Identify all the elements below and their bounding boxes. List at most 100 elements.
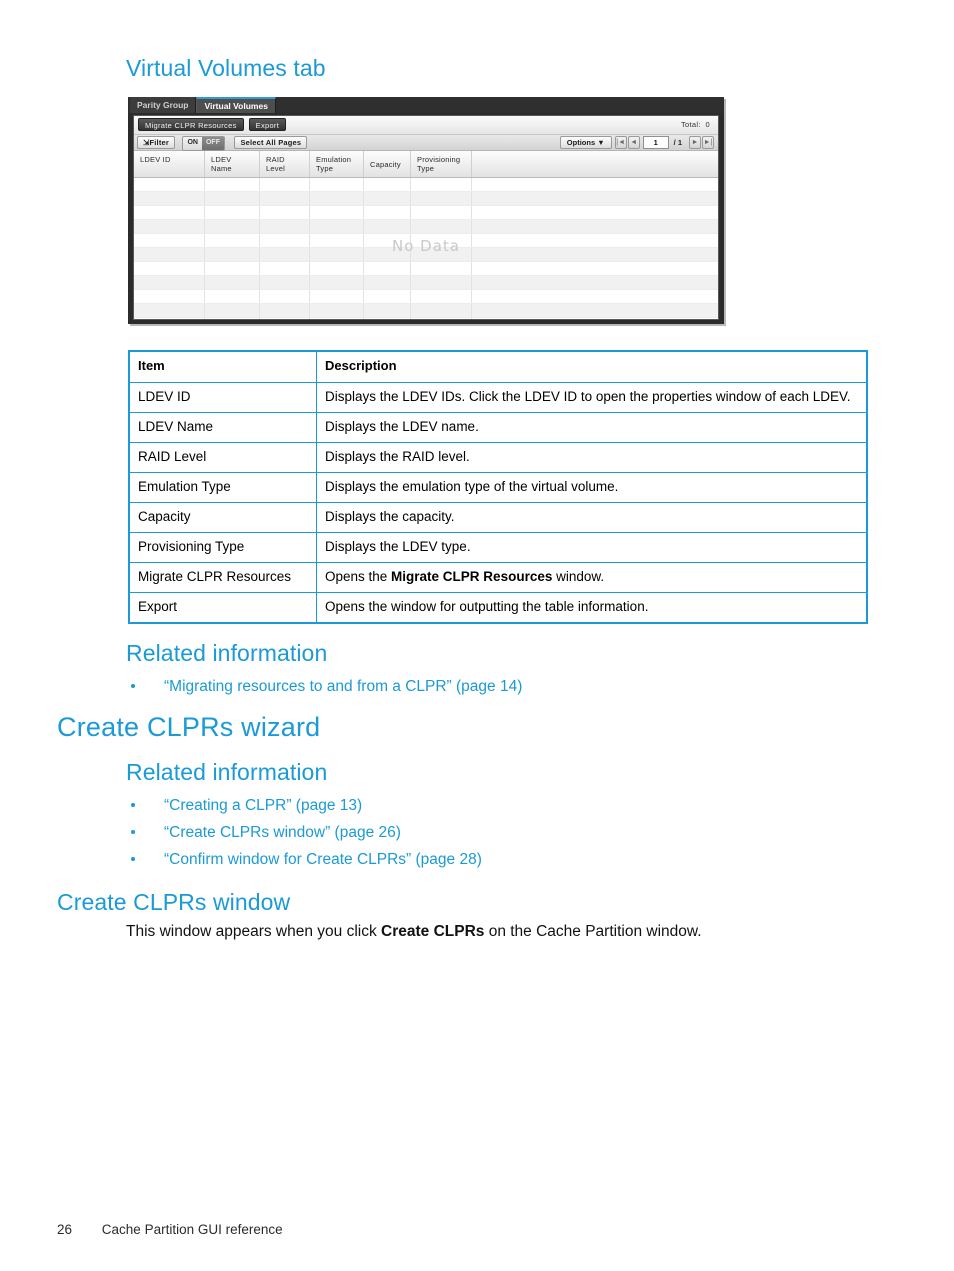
table-cell bbox=[134, 234, 205, 247]
table-cell bbox=[310, 318, 364, 319]
table-cell bbox=[205, 248, 260, 261]
table-cell bbox=[411, 304, 472, 317]
table-cell bbox=[472, 276, 718, 289]
cross-reference-link[interactable]: “Confirm window for Create CLPRs” (page … bbox=[164, 851, 482, 868]
column-header-spacer bbox=[472, 151, 718, 177]
related-link-item[interactable]: “Create CLPRs window” (page 26) bbox=[126, 819, 482, 846]
page-number-input[interactable]: 1 bbox=[642, 136, 669, 149]
header-description: Description bbox=[316, 350, 868, 383]
table-cell bbox=[472, 248, 718, 261]
create-clprs-emphasis: Create CLPRs bbox=[381, 923, 485, 940]
document-page: Virtual Volumes tab Parity Group Virtual … bbox=[0, 0, 954, 1271]
table-cell bbox=[134, 206, 205, 219]
table-cell bbox=[411, 206, 472, 219]
table-row[interactable] bbox=[134, 234, 718, 248]
table-cell bbox=[260, 206, 310, 219]
table-row[interactable] bbox=[134, 290, 718, 304]
cell-item: Capacity bbox=[128, 502, 317, 533]
cell-item: Emulation Type bbox=[128, 472, 317, 503]
table-row[interactable] bbox=[134, 276, 718, 290]
table-cell bbox=[260, 220, 310, 233]
column-header-capacity[interactable]: Capacity bbox=[364, 151, 411, 177]
filter-button[interactable]: ⇲Filter bbox=[137, 136, 176, 149]
next-page-icon[interactable]: ► bbox=[689, 136, 701, 149]
table-cell bbox=[472, 220, 718, 233]
table-cell bbox=[134, 276, 205, 289]
column-header-provisioning-type[interactable]: Provisioning Type bbox=[411, 151, 472, 177]
last-page-icon[interactable]: ►| bbox=[702, 136, 714, 149]
table-row[interactable] bbox=[134, 206, 718, 220]
table-row[interactable] bbox=[134, 192, 718, 206]
table-row[interactable] bbox=[134, 220, 718, 234]
page-heading-virtual-volumes-tab: Virtual Volumes tab bbox=[126, 55, 326, 81]
gui-panel-body: Migrate CLPR Resources Export Total: 0 ⇲F… bbox=[133, 115, 719, 320]
cell-description: Displays the LDEV type. bbox=[316, 532, 868, 563]
table-cell bbox=[134, 290, 205, 303]
table-cell bbox=[205, 262, 260, 275]
migrate-clpr-resources-button[interactable]: Migrate CLPR Resources bbox=[138, 118, 244, 131]
first-page-icon[interactable]: |◄ bbox=[614, 136, 627, 149]
related-link-item[interactable]: “Confirm window for Create CLPRs” (page … bbox=[126, 846, 482, 873]
table-cell bbox=[134, 318, 205, 319]
table-cell bbox=[364, 206, 411, 219]
table-row[interactable] bbox=[134, 318, 718, 319]
select-all-pages-button[interactable]: Select All Pages bbox=[234, 136, 308, 149]
column-header-line2: Level bbox=[266, 164, 285, 173]
table-cell bbox=[205, 220, 260, 233]
table-row[interactable] bbox=[134, 248, 718, 262]
table-cell bbox=[205, 178, 260, 191]
export-button[interactable]: Export bbox=[248, 118, 287, 131]
related-link-item[interactable]: “Migrating resources to and from a CLPR”… bbox=[126, 673, 522, 700]
column-header-line1: Emulation bbox=[316, 155, 352, 164]
table-cell bbox=[364, 276, 411, 289]
table-row[interactable] bbox=[134, 262, 718, 276]
table-cell bbox=[260, 276, 310, 289]
table-body: LDEV ID Displays the LDEV IDs. Click the … bbox=[128, 382, 868, 624]
heading-create-clprs-wizard: Create CLPRs wizard bbox=[57, 712, 321, 742]
table-cell bbox=[205, 304, 260, 317]
related-link-item[interactable]: “Creating a CLPR” (page 13) bbox=[126, 792, 482, 819]
table-row: LDEV ID Displays the LDEV IDs. Click the … bbox=[128, 382, 868, 413]
table-cell bbox=[364, 234, 411, 247]
column-header-raid-level[interactable]: RAID Level bbox=[260, 151, 310, 177]
cross-reference-link[interactable]: “Create CLPRs window” (page 26) bbox=[164, 824, 401, 841]
table-cell bbox=[310, 220, 364, 233]
cross-reference-link[interactable]: “Creating a CLPR” (page 13) bbox=[164, 797, 362, 814]
gui-tab-virtual-volumes[interactable]: Virtual Volumes bbox=[196, 97, 276, 113]
table-cell bbox=[411, 318, 472, 319]
table-row[interactable] bbox=[134, 304, 718, 318]
previous-page-icon[interactable]: ◄ bbox=[627, 136, 640, 149]
table-cell bbox=[411, 220, 472, 233]
filter-toggle-on[interactable]: ON bbox=[183, 137, 202, 150]
table-cell bbox=[411, 290, 472, 303]
table-cell bbox=[411, 276, 472, 289]
paragraph-text-pre: This window appears when you click bbox=[126, 923, 382, 940]
table-cell bbox=[260, 262, 310, 275]
paragraph-text-post: on the Cache Partition window. bbox=[484, 923, 702, 940]
table-cell bbox=[205, 206, 260, 219]
table-cell bbox=[260, 248, 310, 261]
filter-on-off-toggle[interactable]: ON OFF bbox=[182, 136, 225, 151]
gui-tab-parity-group[interactable]: Parity Group bbox=[130, 97, 197, 113]
table-cell bbox=[310, 206, 364, 219]
table-row: Emulation Type Displays the emulation typ… bbox=[128, 472, 868, 503]
table-cell bbox=[205, 290, 260, 303]
table-row: LDEV Name Displays the LDEV name. bbox=[128, 412, 868, 443]
page-footer: 26 Cache Partition GUI reference bbox=[57, 1222, 283, 1237]
gui-tab-bar: Parity Group Virtual Volumes bbox=[128, 97, 724, 113]
options-button[interactable]: Options ▼ bbox=[559, 136, 612, 149]
gui-table-header-row: LDEV ID LDEV Name RAID Level Emulation T… bbox=[134, 151, 718, 178]
table-row[interactable] bbox=[134, 178, 718, 192]
gui-data-table: LDEV ID LDEV Name RAID Level Emulation T… bbox=[134, 151, 718, 319]
cross-reference-link[interactable]: “Migrating resources to and from a CLPR”… bbox=[164, 678, 522, 695]
column-header-ldev-name[interactable]: LDEV Name bbox=[205, 151, 260, 177]
cell-description: Displays the capacity. bbox=[316, 502, 868, 533]
table-cell bbox=[472, 206, 718, 219]
filter-toggle-off[interactable]: OFF bbox=[201, 137, 224, 150]
column-header-emulation-type[interactable]: Emulation Type bbox=[310, 151, 364, 177]
column-header-line2: Type bbox=[417, 164, 435, 173]
table-cell bbox=[134, 192, 205, 205]
table-cell bbox=[364, 220, 411, 233]
column-header-ldev-id[interactable]: LDEV ID bbox=[134, 151, 205, 177]
table-row: Capacity Displays the capacity. bbox=[128, 502, 868, 533]
